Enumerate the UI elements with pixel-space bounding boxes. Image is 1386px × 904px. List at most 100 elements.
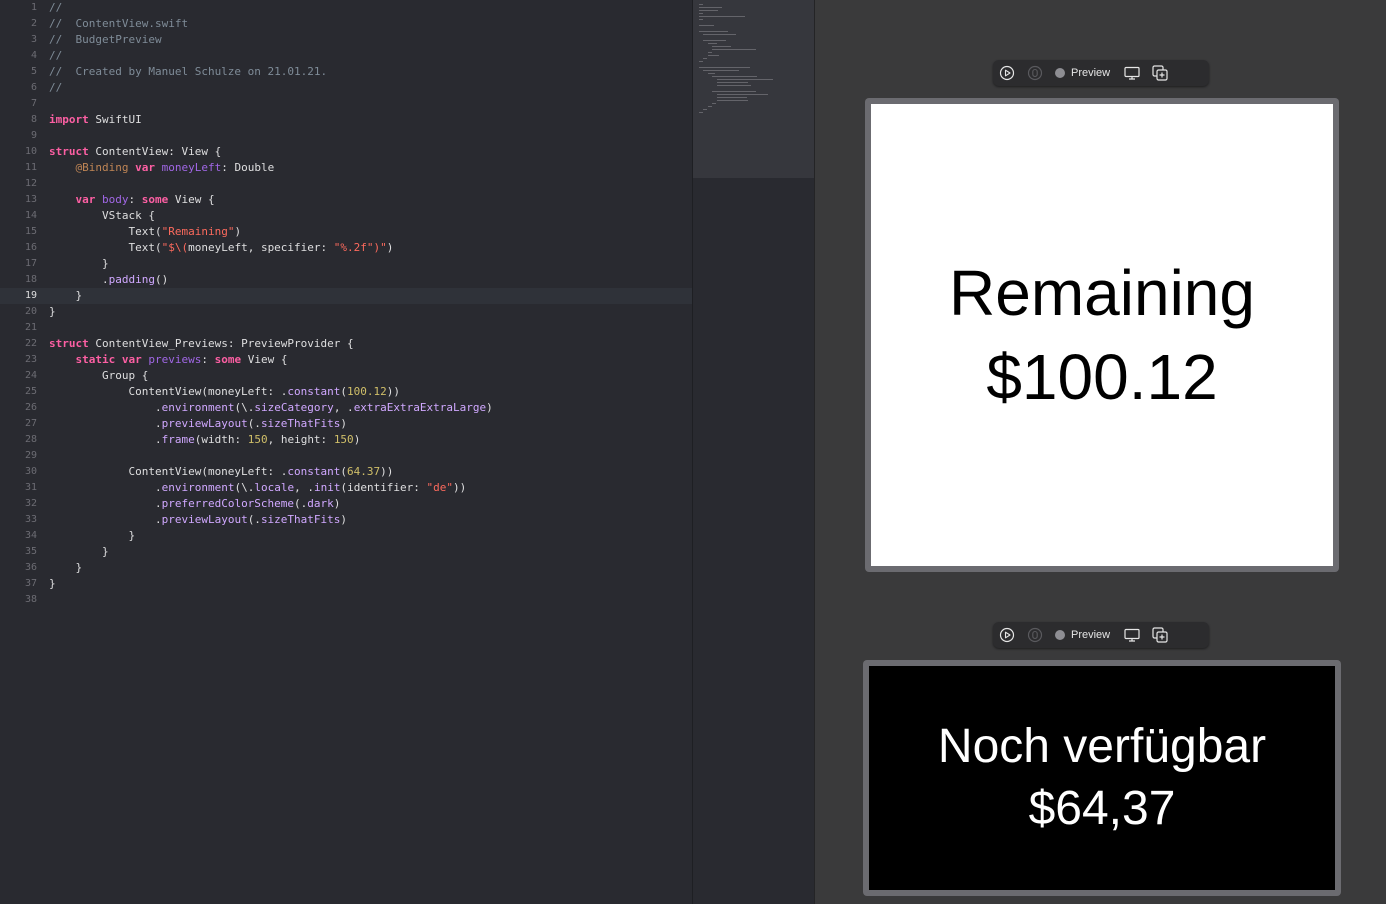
device-settings-button[interactable] [1118,622,1146,648]
code-line[interactable]: 26 .environment(\.sizeCategory, .extraEx… [0,400,692,416]
code-line[interactable]: 4 // [0,48,692,64]
minimap-line [716,100,749,101]
code-line[interactable]: 3 // BudgetPreview [0,32,692,48]
code-line[interactable]: 20} [0,304,692,320]
code-text: var body: some View { [75,193,215,206]
code-line[interactable]: 9 [0,128,692,144]
code-line[interactable]: 18 .padding() [0,272,692,288]
code-line[interactable]: 27 .previewLayout(.sizeThatFits) [0,416,692,432]
line-number: 27 [24,418,37,429]
minimap-line [712,46,731,47]
code-text: Text("Remaining") [49,225,242,238]
live-preview-button[interactable] [993,622,1021,648]
code-line[interactable]: 19 } [0,288,692,304]
line-number: 22 [24,338,37,349]
preview-status-dot [1055,68,1065,78]
code-text: .environment(\.sizeCategory, .extraExtra… [49,401,493,414]
line-number: 28 [24,434,37,445]
code-line[interactable]: 28 .frame(width: 150, height: 150) [0,432,692,448]
play-circle-icon [999,627,1015,643]
code-line[interactable]: 6 // [0,80,692,96]
code-line[interactable]: 12 [0,176,692,192]
line-number: 2 [30,18,37,29]
code-line[interactable]: 14 VStack { [0,208,692,224]
line-number: 26 [24,402,37,413]
minimap-line [716,85,751,86]
code-line[interactable]: 31 .environment(\.locale, .init(identifi… [0,480,692,496]
line-number: 32 [24,498,37,509]
code-line[interactable]: 30 ContentView(moneyLeft: .constant(64.3… [0,464,692,480]
minimap-line [703,109,708,110]
duplicate-preview-button[interactable] [1146,622,1174,648]
code-lines[interactable]: 1 // 2 // ContentView.swift 3 // BudgetPrevie… [0,0,692,608]
duplicate-preview-button[interactable] [1146,60,1174,86]
line-number: 17 [24,258,37,269]
code-line[interactable]: 25 ContentView(moneyLeft: .constant(100.… [0,384,692,400]
minimap-line [699,61,703,62]
code-text: } [49,577,56,590]
code-line[interactable]: 37} [0,576,692,592]
code-line[interactable]: 8 import SwiftUI [0,112,692,128]
inspect-preview-button[interactable] [1021,60,1049,86]
code-line[interactable]: 35 } [0,544,692,560]
minimap-line [699,7,723,8]
device-settings-button[interactable] [1118,60,1146,86]
code-text: // ContentView.swift [49,17,189,30]
code-text: .preferredColorScheme(.dark) [49,497,341,510]
minimap-line [707,43,717,44]
play-circle-icon [999,65,1015,81]
preview-status-dot [1055,630,1065,640]
minimap[interactable] [692,0,815,904]
code-line[interactable]: 11 @Binding var moneyLeft: Double [0,160,692,176]
code-editor[interactable]: 1 // 2 // ContentView.swift 3 // BudgetPrevie… [0,0,692,904]
line-number: 19 [24,290,37,301]
preview-mode-toggle[interactable]: Preview [1055,67,1110,79]
duplicate-icon [1152,627,1168,643]
code-line[interactable]: 15 Text("Remaining") [0,224,692,240]
minimap-line [707,52,712,53]
preview-light[interactable]: Remaining $100.12 [865,98,1339,572]
code-line[interactable]: 10 struct ContentView: View { [0,144,692,160]
code-text: } [49,529,136,542]
line-number: 18 [24,274,37,285]
code-text: } [49,257,109,270]
minimap-visible-region[interactable] [693,0,815,178]
code-text: ContentView(moneyLeft: .constant(100.12)… [49,385,401,398]
code-line[interactable]: 29 [0,448,692,464]
code-line[interactable]: 38 [0,592,692,608]
line-number: 6 [30,82,37,93]
code-line[interactable]: 17 } [0,256,692,272]
code-text: Group { [49,369,149,382]
line-number: 23 [24,354,37,365]
code-line[interactable]: 22 struct ContentView_Previews: PreviewPr… [0,336,692,352]
code-line[interactable]: 2 // ContentView.swift [0,16,692,32]
minimap-line [699,10,718,11]
code-line[interactable]: 32 .preferredColorScheme(.dark) [0,496,692,512]
code-text: import SwiftUI [49,113,142,126]
code-text: ContentView(moneyLeft: .constant(64.37)) [49,465,394,478]
code-line[interactable]: 16 Text("$\(moneyLeft, specifier: "%.2f"… [0,240,692,256]
remaining-label: Noch verfügbar [937,720,1267,773]
preview-mode-toggle[interactable]: Preview [1055,629,1110,641]
preview-dark[interactable]: Noch verfügbar $64,37 [863,660,1341,896]
code-line[interactable]: 1 // [0,0,692,16]
minimap-line [707,73,716,74]
inspect-icon [1027,65,1043,81]
amount-label: $100.12 [986,341,1218,413]
code-line[interactable]: 33 .previewLayout(.sizeThatFits) [0,512,692,528]
code-line[interactable]: 34 } [0,528,692,544]
live-preview-button[interactable] [993,60,1021,86]
code-line[interactable]: 21 [0,320,692,336]
line-number: 11 [24,162,37,173]
minimap-line [716,94,769,95]
code-line[interactable]: 24 Group { [0,368,692,384]
code-line[interactable]: 13 var body: some View { [0,192,692,208]
inspect-preview-button[interactable] [1021,622,1049,648]
code-line[interactable]: 5 // Created by Manuel Schulze on 21.01.2… [0,64,692,80]
minimap-line [707,106,712,107]
code-line[interactable]: 7 [0,96,692,112]
minimap-line [703,40,727,41]
code-line[interactable]: 23 static var previews: some View { [0,352,692,368]
line-number: 16 [24,242,37,253]
code-line[interactable]: 36 } [0,560,692,576]
